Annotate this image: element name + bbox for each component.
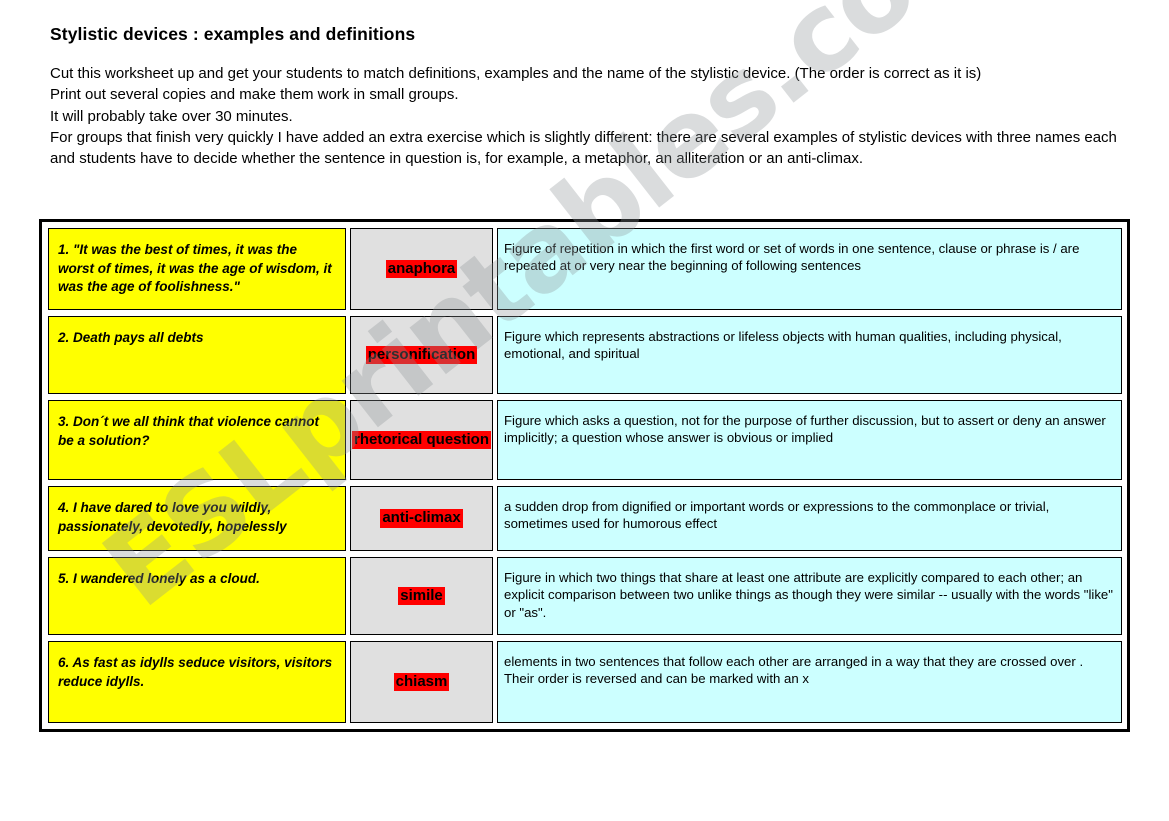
intro-line: Cut this worksheet up and get your stude… <box>50 65 982 82</box>
device-label: anti-climax <box>380 509 463 528</box>
definition-cell[interactable]: Figure which represents abstractions or … <box>497 316 1122 394</box>
device-cell[interactable]: anaphora <box>350 228 493 310</box>
table-row: 5. I wandered lonely as a cloud. simile … <box>46 554 1124 638</box>
example-cell[interactable]: 1. "It was the best of times, it was the… <box>48 228 346 310</box>
device-cell[interactable]: chiasm <box>350 641 493 723</box>
intro-line: Print out several copies and make them w… <box>50 86 459 104</box>
definition-cell[interactable]: Figure of repetition in which the first … <box>497 228 1122 310</box>
example-cell[interactable]: 5. I wandered lonely as a cloud. <box>48 557 346 635</box>
table-row: 2. Death pays all debts personification … <box>46 313 1124 397</box>
table-row: 6. As fast as idylls seduce visitors, vi… <box>46 638 1124 726</box>
intro-line: For groups that finish very quickly I ha… <box>50 128 1117 168</box>
definition-cell[interactable]: Figure in which two things that share at… <box>497 557 1122 635</box>
device-cell[interactable]: anti-climax <box>350 486 493 551</box>
example-cell[interactable]: 2. Death pays all debts <box>48 316 346 394</box>
intro-line: It will probably take over 30 minutes. <box>50 107 293 125</box>
example-cell[interactable]: 4. I have dared to love you wildly, pass… <box>48 486 346 551</box>
example-cell[interactable]: 6. As fast as idylls seduce visitors, vi… <box>48 641 346 723</box>
definition-cell[interactable]: a sudden drop from dignified or importan… <box>497 486 1122 551</box>
device-label: anaphora <box>385 259 458 279</box>
example-cell[interactable]: 3. Don´t we all think that violence cann… <box>48 400 346 480</box>
table-row: 4. I have dared to love you wildly, pass… <box>46 483 1124 554</box>
intro-instructions: Cut this worksheet up and get your stude… <box>50 63 1120 169</box>
definition-cell[interactable]: Figure which asks a question, not for th… <box>497 400 1122 480</box>
device-label: simile <box>398 586 445 606</box>
definition-cell[interactable]: elements in two sentences that follow ea… <box>497 641 1122 723</box>
matching-table: 1. "It was the best of times, it was the… <box>39 219 1130 732</box>
table-row: 1. "It was the best of times, it was the… <box>46 225 1124 313</box>
device-label: personification <box>365 345 478 365</box>
device-cell[interactable]: rhetorical question <box>350 400 493 480</box>
device-cell[interactable]: simile <box>350 557 493 635</box>
device-cell[interactable]: personification <box>350 316 493 394</box>
device-label: chiasm <box>393 672 450 692</box>
table-row: 3. Don´t we all think that violence cann… <box>46 397 1124 483</box>
worksheet-page: Stylistic devices : examples and definit… <box>0 0 1169 821</box>
page-title: Stylistic devices : examples and definit… <box>50 24 416 44</box>
device-label: rhetorical question <box>351 430 492 450</box>
